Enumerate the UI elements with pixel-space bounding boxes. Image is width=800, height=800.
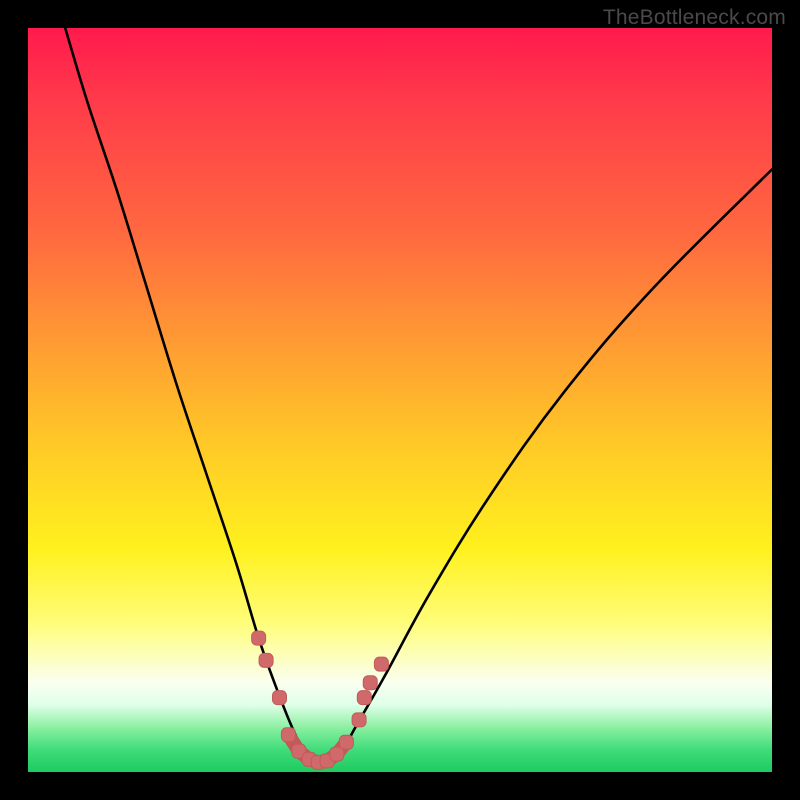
curve-marker xyxy=(352,713,366,727)
curve-markers xyxy=(252,631,389,769)
curve-marker xyxy=(252,631,266,645)
curve-marker xyxy=(363,676,377,690)
curve-marker xyxy=(374,657,388,671)
curve-layer xyxy=(28,28,772,772)
curve-marker xyxy=(339,735,353,749)
chart-frame: TheBottleneck.com xyxy=(0,0,800,800)
plot-area xyxy=(28,28,772,772)
bottleneck-curve xyxy=(65,28,772,763)
curve-marker xyxy=(259,653,273,667)
curve-marker xyxy=(357,691,371,705)
curve-marker xyxy=(281,728,295,742)
curve-marker xyxy=(272,691,286,705)
curve-marker xyxy=(330,747,344,761)
attribution-watermark: TheBottleneck.com xyxy=(603,6,786,30)
